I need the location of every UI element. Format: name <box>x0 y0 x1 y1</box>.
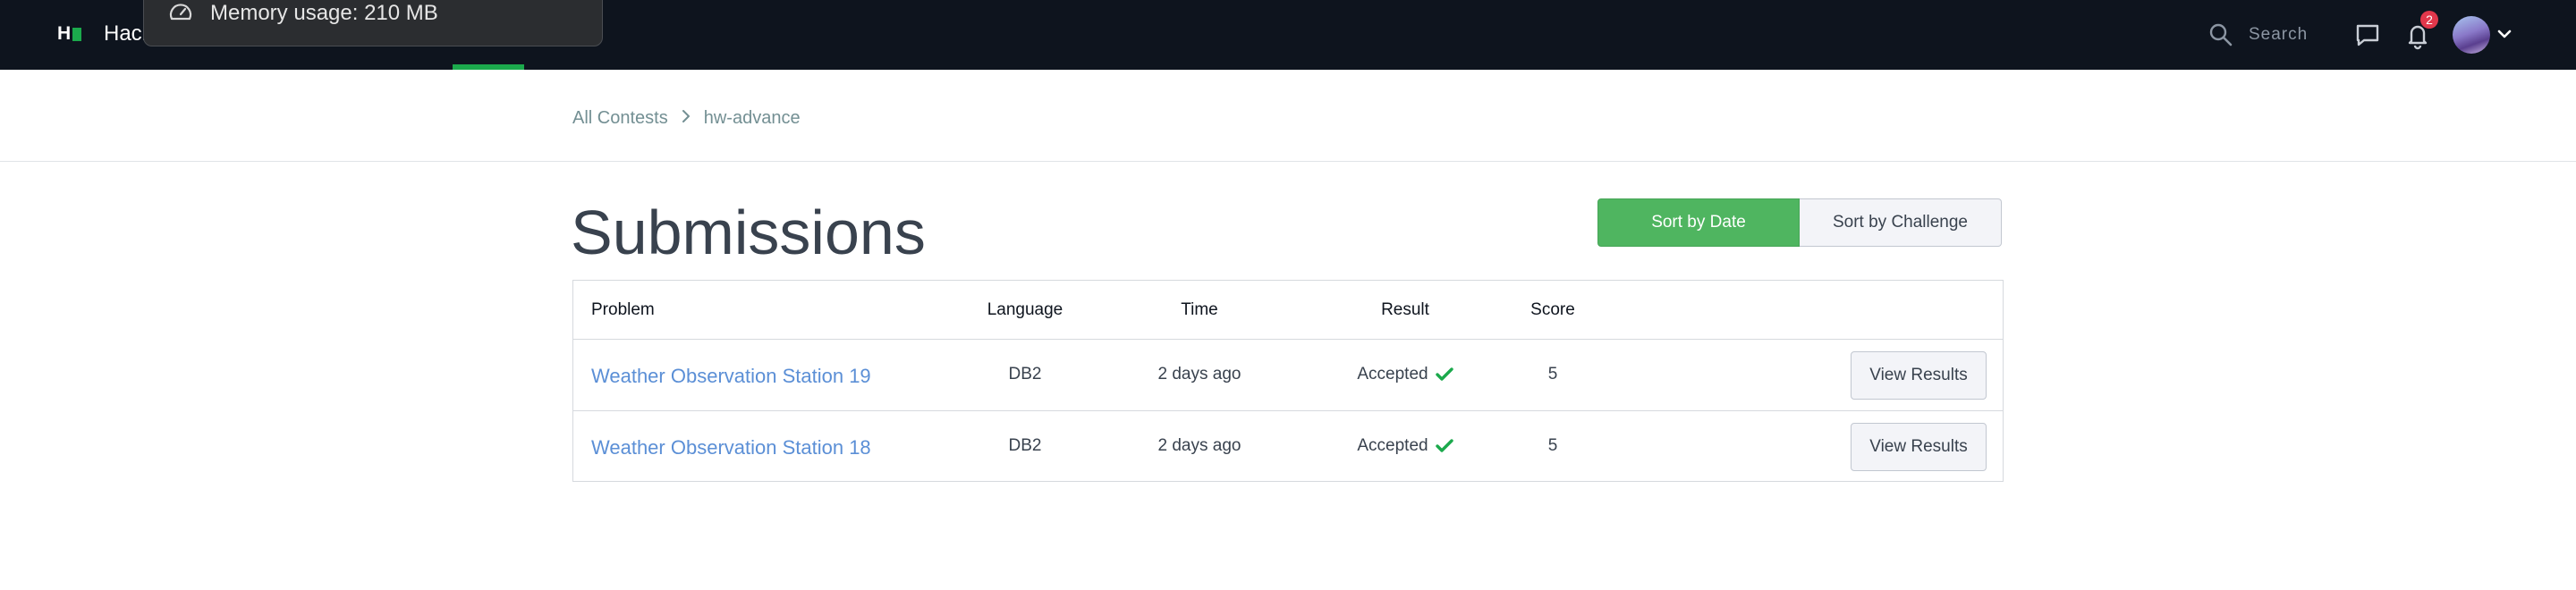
view-results-button[interactable]: View Results <box>1851 351 1987 400</box>
table-row: Weather Observation Station 18 DB2 2 day… <box>573 411 2003 483</box>
memory-usage-tooltip: Memory usage: 210 MB <box>143 0 603 46</box>
column-header-score: Score <box>1530 300 1575 319</box>
notification-badge: 2 <box>2420 11 2438 29</box>
score-cell: 5 <box>1547 436 1558 455</box>
column-header-problem: Problem <box>591 300 655 319</box>
result-cell: Accepted <box>1343 436 1468 456</box>
gauge-icon <box>169 4 192 21</box>
search-icon <box>2209 23 2233 46</box>
problem-link[interactable]: Weather Observation Station 19 <box>591 367 871 386</box>
breadcrumb: All Contests hw-advance <box>572 107 801 129</box>
time-cell: 2 days ago <box>1157 365 1241 384</box>
column-header-time: Time <box>1181 300 1218 319</box>
breadcrumb-all-contests[interactable]: All Contests <box>572 107 668 129</box>
result-cell: Accepted <box>1343 365 1468 384</box>
avatar[interactable] <box>2453 16 2490 54</box>
time-cell: 2 days ago <box>1157 436 1241 455</box>
table-row: Weather Observation Station 19 DB2 2 day… <box>573 340 2003 411</box>
breadcrumb-band <box>0 70 2576 162</box>
view-results-button[interactable]: View Results <box>1851 423 1987 471</box>
result-text: Accepted <box>1357 436 1428 455</box>
submissions-table: Problem Language Time Result Score Weath… <box>572 280 2004 482</box>
sort-by-challenge-button[interactable]: Sort by Challenge <box>1800 198 2002 247</box>
chevron-down-icon[interactable] <box>2496 25 2513 43</box>
language-cell: DB2 <box>1008 365 1042 384</box>
search-placeholder[interactable]: Search <box>2249 25 2308 45</box>
sort-toggle-group: Sort by Date Sort by Challenge <box>1597 198 2002 247</box>
search-box[interactable]: Search <box>2209 20 2352 50</box>
memory-usage-text: Memory usage: 210 MB <box>210 1 438 25</box>
checkmark-icon <box>1435 439 1453 452</box>
language-cell: DB2 <box>1008 436 1042 455</box>
sort-by-date-button[interactable]: Sort by Date <box>1597 198 1800 247</box>
table-header: Problem Language Time Result Score <box>573 281 2003 340</box>
score-cell: 5 <box>1547 365 1558 384</box>
column-header-result: Result <box>1381 300 1429 319</box>
checkmark-icon <box>1435 367 1453 381</box>
chevron-right-icon <box>681 107 691 129</box>
column-header-language: Language <box>987 300 1063 319</box>
breadcrumb-current-contest[interactable]: hw-advance <box>704 107 801 129</box>
chat-icon[interactable] <box>2352 20 2383 50</box>
hackerrank-logo-icon[interactable]: H <box>57 24 82 43</box>
problem-link[interactable]: Weather Observation Station 18 <box>591 438 871 458</box>
page-title: Submissions <box>571 198 926 267</box>
result-text: Accepted <box>1357 365 1428 384</box>
